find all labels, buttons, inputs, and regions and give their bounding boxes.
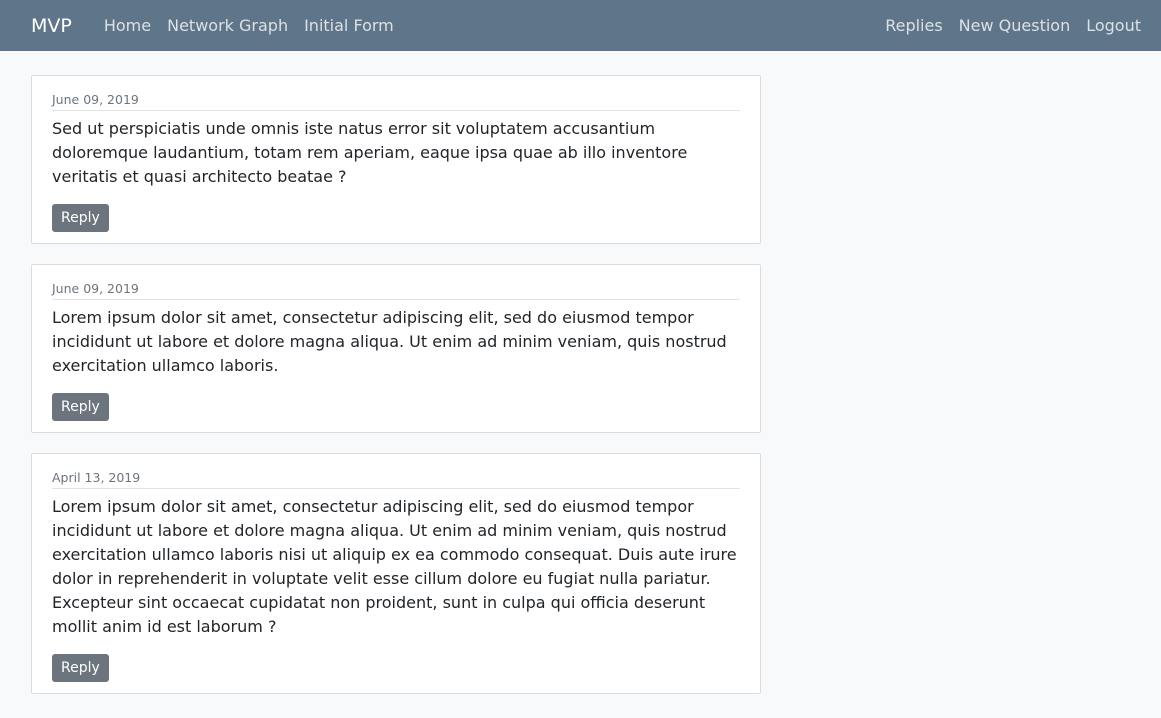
nav-link-network-graph[interactable]: Network Graph (167, 16, 288, 35)
reply-button[interactable]: Reply (52, 654, 109, 682)
nav-link-new-question[interactable]: New Question (959, 16, 1071, 35)
question-text: Sed ut perspiciatis unde omnis iste natu… (52, 119, 688, 186)
nav-link-replies[interactable]: Replies (885, 16, 942, 35)
question-list: June 09, 2019 Sed ut perspiciatis unde o… (0, 51, 1161, 694)
nav-link-home[interactable]: Home (104, 16, 151, 35)
reply-button[interactable]: Reply (52, 393, 109, 421)
navbar-left-group: MVP Home Network Graph Initial Form (31, 15, 410, 37)
reply-button[interactable]: Reply (52, 204, 109, 232)
top-navbar: MVP Home Network Graph Initial Form Repl… (0, 0, 1161, 51)
navbar-right-group: Replies New Question Logout (885, 16, 1141, 35)
question-text: Lorem ipsum dolor sit amet, consectetur … (52, 308, 727, 375)
nav-link-logout[interactable]: Logout (1086, 16, 1141, 35)
question-date: April 13, 2019 (52, 470, 740, 489)
question-card: April 13, 2019 Lorem ipsum dolor sit ame… (31, 453, 761, 694)
question-date: June 09, 2019 (52, 281, 740, 300)
question-text: Lorem ipsum dolor sit amet, consectetur … (52, 497, 737, 636)
question-date: June 09, 2019 (52, 92, 740, 111)
question-card: June 09, 2019 Sed ut perspiciatis unde o… (31, 75, 761, 244)
nav-link-initial-form[interactable]: Initial Form (304, 16, 394, 35)
brand-link[interactable]: MVP (31, 15, 72, 37)
question-card: June 09, 2019 Lorem ipsum dolor sit amet… (31, 264, 761, 433)
